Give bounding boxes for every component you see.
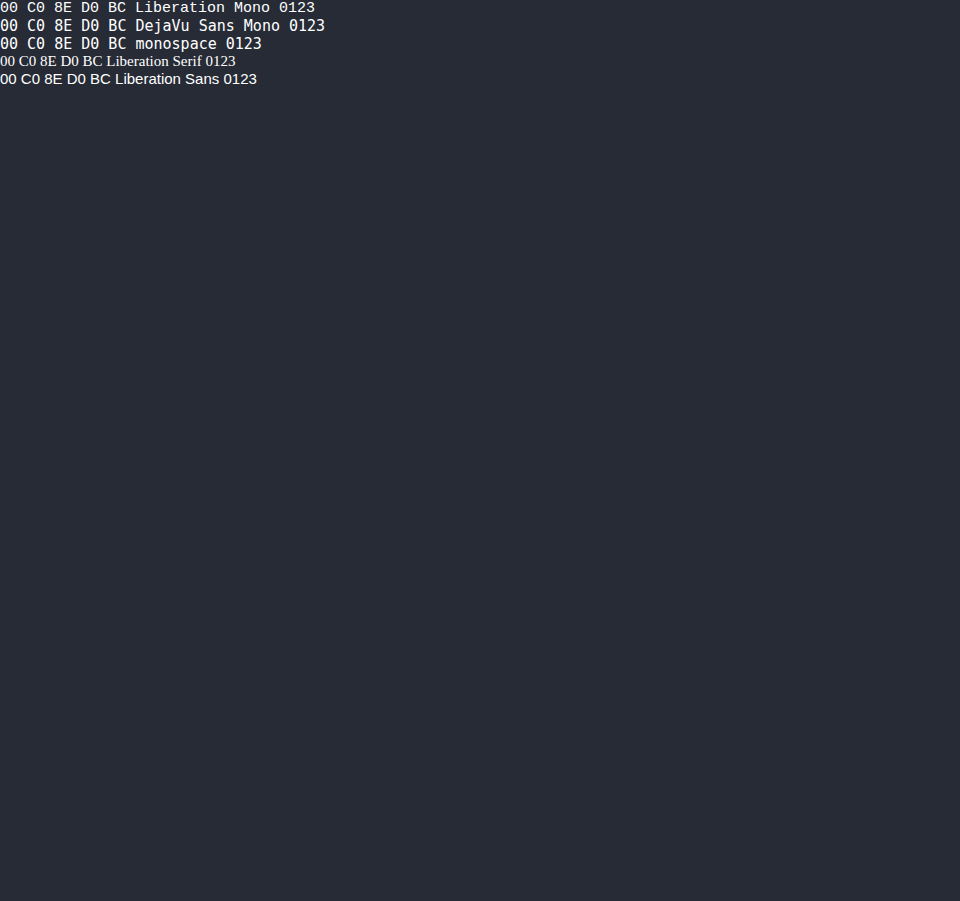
test-b: 00 C0 8E D0 BC DejaVu Sans Mono 0123 (0, 17, 960, 35)
test-c: 00 C0 8E D0 BC monospace 0123 (0, 35, 960, 53)
test-d: 00 C0 8E D0 BC Liberation Serif 0123 (0, 53, 960, 70)
test-a: 00 C0 8E D0 BC Liberation Mono 0123 (0, 0, 960, 17)
test-e: 00 C0 8E D0 BC Liberation Sans 0123 (0, 70, 960, 87)
